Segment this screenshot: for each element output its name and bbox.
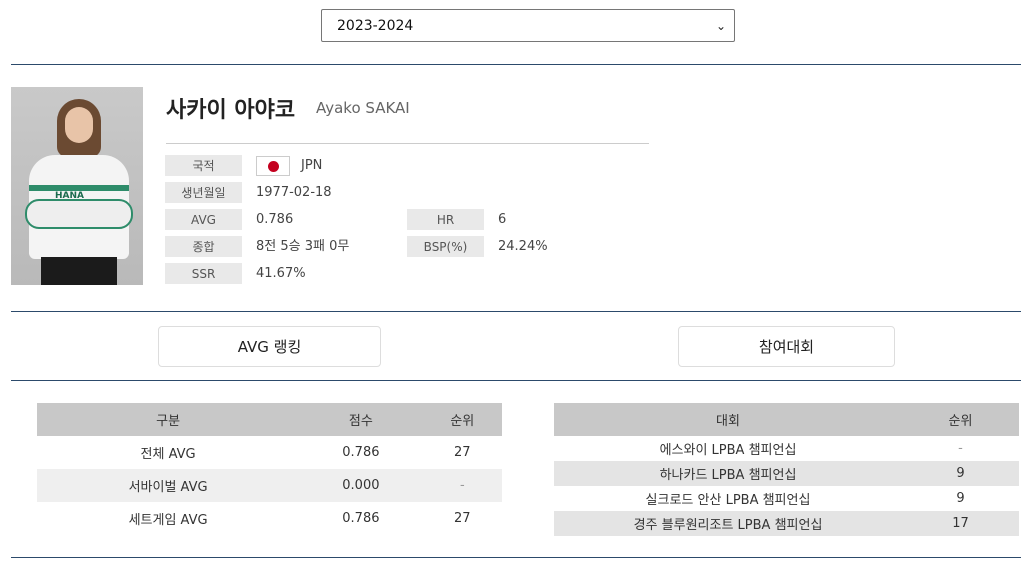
bsp-label: BSP(%): [407, 236, 484, 257]
table-row: 전체 AVG 0.786 27: [37, 436, 502, 469]
bsp-value: 24.24%: [498, 239, 548, 254]
cell-category: 전체 AVG: [140, 447, 196, 462]
birth-value: 1977-02-18: [256, 185, 332, 200]
table-header-row: 대회 순위: [554, 403, 1019, 436]
cell-rank: 27: [454, 445, 471, 460]
tab-avg-ranking[interactable]: AVG 랭킹: [158, 326, 381, 367]
chevron-down-icon: ⌄: [715, 18, 726, 33]
header-tournament: 대회: [554, 403, 902, 436]
avg-value: 0.786: [256, 212, 294, 227]
tournament-table: 대회 순위 에스와이 LPBA 챔피언십 - 하나카드 LPBA 챔피언십 9 …: [554, 403, 1019, 536]
cell-score: 0.786: [342, 445, 380, 460]
cell-tournament: 에스와이 LPBA 챔피언십: [659, 443, 797, 458]
season-select[interactable]: 2023-2024 ⌄: [321, 9, 735, 42]
table-row: 세트게임 AVG 0.786 27: [37, 502, 502, 535]
table-row: 실크로드 안산 LPBA 챔피언십 9: [554, 486, 1019, 511]
nationality-value: JPN: [301, 158, 323, 173]
hr-label: HR: [407, 209, 484, 230]
ssr-label: SSR: [165, 263, 242, 284]
birth-label: 생년월일: [165, 182, 242, 203]
tab-tournaments[interactable]: 참여대회: [678, 326, 895, 367]
season-select-value: 2023-2024: [337, 17, 414, 34]
avg-ranking-table: 구분 점수 순위 전체 AVG 0.786 27 서바이벌 AVG 0.000 …: [37, 403, 502, 535]
cell-tournament: 경주 블루원리조트 LPBA 챔피언십: [554, 511, 902, 536]
header-rank: 순위: [422, 403, 502, 436]
cell-rank: -: [422, 469, 502, 502]
avg-label: AVG: [165, 209, 242, 230]
japan-flag-icon: [256, 156, 290, 176]
ssr-value: 41.67%: [256, 266, 306, 281]
table-header-row: 구분 점수 순위: [37, 403, 502, 436]
cell-score: 0.000: [299, 469, 423, 502]
cell-category: 세트게임 AVG: [128, 513, 208, 528]
table-row: 에스와이 LPBA 챔피언십 -: [554, 436, 1019, 461]
player-name-english: Ayako SAKAI: [316, 99, 410, 117]
player-name-korean: 사카이 아야코: [166, 98, 296, 123]
header-category: 구분: [37, 403, 300, 436]
hr-value: 6: [498, 212, 507, 227]
cell-tournament: 실크로드 안산 LPBA 챔피언십: [645, 493, 811, 508]
table-row: 경주 블루원리조트 LPBA 챔피언십 17: [554, 511, 1019, 536]
header-score: 점수: [299, 403, 423, 436]
header-rank: 순위: [902, 403, 1019, 436]
record-value: 8전 5승 3패 0무: [256, 239, 350, 254]
divider-middle: [11, 311, 1021, 312]
name-divider: [166, 143, 649, 144]
cell-rank: -: [958, 441, 963, 456]
player-photo: HANA: [11, 87, 143, 285]
cell-category: 서바이벌 AVG: [37, 469, 300, 502]
table-row: 하나카드 LPBA 챔피언십 9: [554, 461, 1019, 486]
cell-rank: 9: [902, 461, 1019, 486]
cell-score: 0.786: [342, 511, 380, 526]
cell-tournament: 하나카드 LPBA 챔피언십: [554, 461, 902, 486]
cell-rank: 17: [902, 511, 1019, 536]
divider-bottom: [11, 557, 1021, 558]
divider-top: [11, 64, 1021, 65]
cell-rank: 9: [956, 491, 965, 506]
table-row: 서바이벌 AVG 0.000 -: [37, 469, 502, 502]
nationality-label: 국적: [165, 155, 242, 176]
cell-rank: 27: [454, 511, 471, 526]
divider-tabs: [11, 380, 1021, 381]
record-label: 종합: [165, 236, 242, 257]
